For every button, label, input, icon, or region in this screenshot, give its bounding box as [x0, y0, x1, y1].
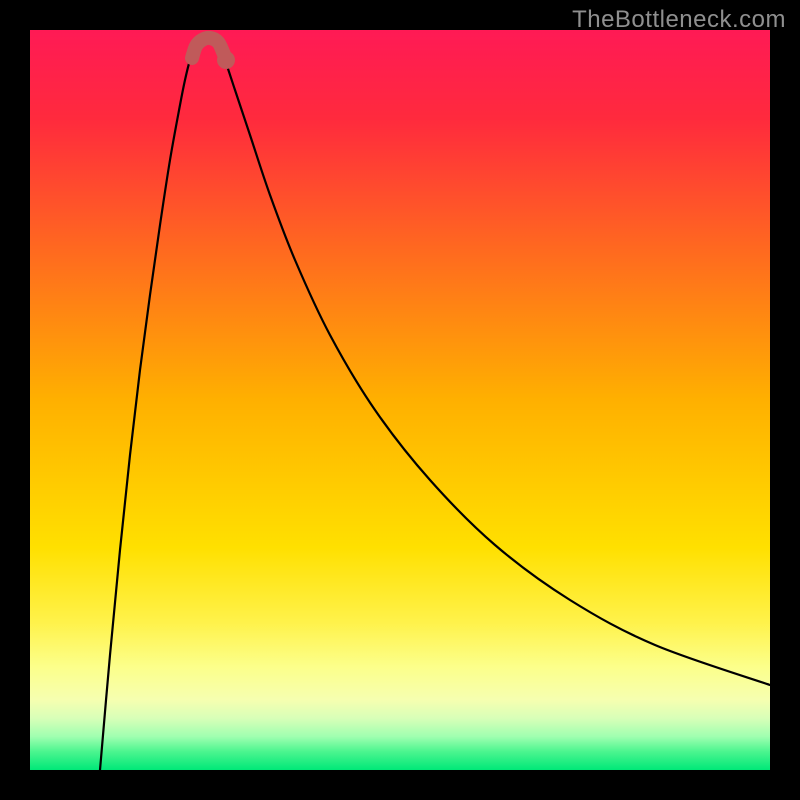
curve-right-branch — [218, 42, 770, 685]
plot-area — [30, 30, 770, 770]
chart-stage: TheBottleneck.com — [0, 0, 800, 800]
valley-end-dot — [217, 51, 235, 69]
curve-layer — [30, 30, 770, 770]
curve-left-branch — [100, 42, 200, 770]
